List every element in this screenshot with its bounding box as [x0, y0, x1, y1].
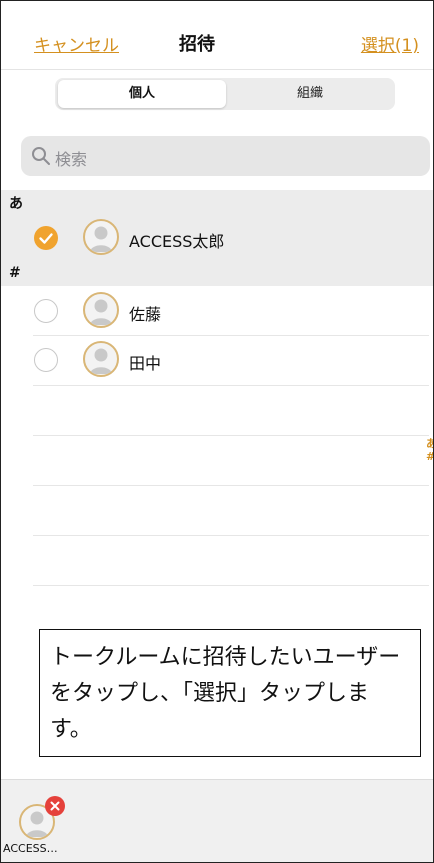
remove-icon[interactable]	[45, 796, 65, 816]
section-header-hash: #	[1, 262, 433, 286]
radio-unchecked-icon	[34, 348, 58, 372]
person-avatar-icon	[83, 219, 119, 255]
row-divider	[33, 535, 429, 536]
selected-user-label: ACCESS…	[3, 842, 58, 855]
instruction-text: トークルームに招待したいユーザーをタップし、「選択」タップします。	[50, 645, 401, 742]
cancel-button[interactable]: キャンセル	[34, 31, 119, 56]
search-icon	[32, 147, 50, 165]
segment-organization[interactable]: 組織	[226, 80, 394, 108]
contact-name: 田中	[129, 354, 162, 373]
contact-row[interactable]: 田中	[1, 336, 433, 384]
section-index-hash[interactable]: #	[426, 450, 433, 463]
segmented-control: 個人 組織	[55, 78, 395, 110]
selected-tray: ACCESS…	[1, 779, 433, 862]
check-icon	[34, 226, 58, 250]
person-avatar-icon	[83, 341, 119, 377]
row-divider	[33, 385, 429, 386]
nav-bar: キャンセル 招待 選択(1)	[1, 1, 433, 70]
row-divider	[33, 435, 429, 436]
select-button[interactable]: 選択(1)	[361, 31, 419, 56]
instruction-callout: トークルームに招待したいユーザーをタップし、「選択」タップします。	[39, 629, 421, 757]
selected-user-chip[interactable]: ACCESS…	[3, 792, 65, 855]
section-header-label: #	[9, 265, 21, 281]
search-placeholder: 検索	[55, 150, 88, 169]
radio-unchecked-icon	[34, 299, 58, 323]
search-input[interactable]: 検索	[21, 136, 430, 176]
row-divider	[33, 485, 429, 486]
contact-row[interactable]: 佐藤	[1, 287, 433, 335]
page-title: 招待	[179, 34, 215, 55]
contact-row[interactable]: ACCESS太郎	[1, 214, 433, 262]
section-header-label: あ	[9, 196, 23, 212]
contact-name: ACCESS太郎	[129, 232, 225, 251]
section-index-a[interactable]: あ	[426, 435, 433, 451]
screen: キャンセル 招待 選択(1) 個人 組織 検索 あ ACCESS太郎 # 佐藤 …	[0, 0, 434, 863]
person-avatar-icon	[83, 292, 119, 328]
segment-individual[interactable]: 個人	[58, 80, 226, 108]
section-header-a: あ	[1, 190, 433, 214]
row-divider	[33, 585, 429, 586]
contact-name: 佐藤	[129, 305, 162, 324]
